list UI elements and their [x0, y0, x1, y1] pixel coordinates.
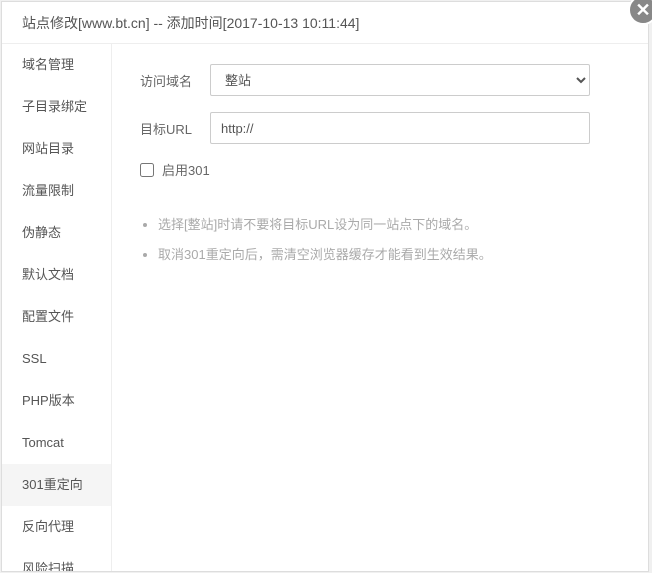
sidebar-item-label: 域名管理	[22, 57, 74, 72]
sidebar-item-tomcat[interactable]: Tomcat	[2, 422, 111, 464]
sidebar-item-label: 默认文档	[22, 267, 74, 282]
row-access-domain: 访问域名 整站	[140, 64, 620, 96]
access-domain-select[interactable]: 整站	[210, 64, 590, 96]
row-target-url: 目标URL	[140, 112, 620, 144]
sidebar-item-301[interactable]: 301重定向	[2, 464, 111, 506]
sidebar-item-risk[interactable]: 风险扫描	[2, 548, 111, 571]
note-item: 取消301重定向后，需清空浏览器缓存才能看到生效结果。	[158, 245, 620, 265]
enable-301-label: 启用301	[162, 160, 210, 179]
sidebar-item-default-doc[interactable]: 默认文档	[2, 254, 111, 296]
note-item: 选择[整站]时请不要将目标URL设为同一站点下的域名。	[158, 215, 620, 235]
sidebar-item-label: 301重定向	[22, 477, 83, 492]
sidebar-item-label: 网站目录	[22, 141, 74, 156]
sidebar-item-label: 子目录绑定	[22, 99, 87, 114]
control-target-url	[210, 112, 620, 144]
sidebar-item-label: 流量限制	[22, 183, 74, 198]
sidebar-item-label: 反向代理	[22, 519, 74, 534]
sidebar-item-domain[interactable]: 域名管理	[2, 44, 111, 86]
modal-header: 站点修改[www.bt.cn] -- 添加时间[2017-10-13 10:11…	[2, 2, 648, 44]
modal-body: 域名管理子目录绑定网站目录流量限制伪静态默认文档配置文件 SSL PHP版本 Tomc…	[2, 44, 648, 571]
sidebar-item-label: 伪静态	[22, 225, 61, 240]
sidebar: 域名管理子目录绑定网站目录流量限制伪静态默认文档配置文件 SSL PHP版本 Tomc…	[2, 44, 112, 571]
sidebar-item-subdir[interactable]: 子目录绑定	[2, 86, 111, 128]
sidebar-item-sitedir[interactable]: 网站目录	[2, 128, 111, 170]
enable-301-checkbox[interactable]	[140, 163, 154, 177]
sidebar-item-label: 风险扫描	[22, 561, 74, 571]
sidebar-item-config[interactable]: 配置文件	[2, 296, 111, 338]
label-access-domain: 访问域名	[140, 71, 210, 90]
sidebar-item-label: 配置文件	[22, 309, 74, 324]
site-edit-modal: 站点修改[www.bt.cn] -- 添加时间[2017-10-13 10:11…	[1, 1, 649, 572]
sidebar-item-proxy[interactable]: 反向代理	[2, 506, 111, 548]
sidebar-item-rewrite[interactable]: 伪静态	[2, 212, 111, 254]
target-url-input[interactable]	[210, 112, 590, 144]
modal-title: 站点修改[www.bt.cn] -- 添加时间[2017-10-13 10:11…	[22, 15, 359, 31]
label-target-url: 目标URL	[140, 119, 210, 138]
sidebar-item-ssl[interactable]: SSL	[2, 338, 111, 380]
main-panel: 访问域名 整站 目标URL 启用301 选择[整站]时请不要将目标URL设为同一…	[112, 44, 648, 571]
notes-list: 选择[整站]时请不要将目标URL设为同一站点下的域名。 取消301重定向后，需清…	[140, 215, 620, 264]
close-icon: ✕	[635, 0, 650, 21]
sidebar-item-label: PHP版本	[22, 393, 75, 408]
sidebar-item-traffic[interactable]: 流量限制	[2, 170, 111, 212]
sidebar-item-php[interactable]: PHP版本	[2, 380, 111, 422]
sidebar-item-label: Tomcat	[22, 435, 64, 450]
row-enable-301: 启用301	[140, 160, 620, 179]
control-access-domain: 整站	[210, 64, 620, 96]
sidebar-item-label: SSL	[22, 351, 47, 366]
